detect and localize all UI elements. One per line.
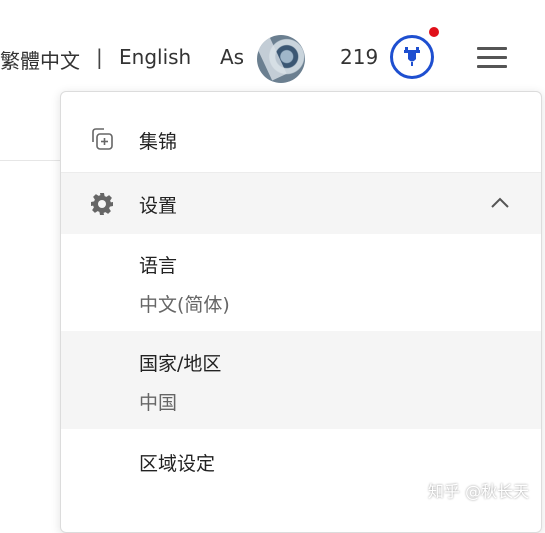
submenu-item-region[interactable]: 国家/地区 中国 xyxy=(61,331,541,429)
user-name[interactable]: As xyxy=(220,45,244,69)
settings-dropdown-menu: 集锦 设置 语言 中文(简体) 国家/地区 中国 区域设定 xyxy=(60,91,542,533)
submenu-item-language[interactable]: 语言 中文(简体) xyxy=(61,233,541,331)
watermark: 知乎 @秋长天 xyxy=(428,482,530,501)
collections-label: 集锦 xyxy=(139,131,178,153)
collections-icon xyxy=(89,126,115,156)
traditional-chinese-link[interactable]: 繁體中文 xyxy=(0,45,80,74)
region-value: 中国 xyxy=(139,392,178,414)
points-count: 219 xyxy=(340,45,379,69)
gear-icon xyxy=(89,191,115,221)
hamburger-menu-icon[interactable] xyxy=(475,45,509,71)
language-separator: | xyxy=(96,45,103,69)
notification-dot xyxy=(429,27,439,37)
language-value: 中文(简体) xyxy=(139,294,230,316)
language-label: 语言 xyxy=(139,255,178,277)
rewards-badge-icon[interactable] xyxy=(390,35,434,79)
menu-item-settings[interactable]: 设置 xyxy=(61,172,541,234)
locale-label: 区域设定 xyxy=(139,453,216,475)
avatar[interactable] xyxy=(257,35,305,83)
chevron-up-icon[interactable] xyxy=(489,195,511,215)
region-label: 国家/地区 xyxy=(139,353,222,375)
settings-label: 设置 xyxy=(139,195,178,217)
english-link[interactable]: English xyxy=(119,45,191,69)
divider xyxy=(0,160,60,161)
menu-item-collections[interactable]: 集锦 xyxy=(61,92,541,172)
